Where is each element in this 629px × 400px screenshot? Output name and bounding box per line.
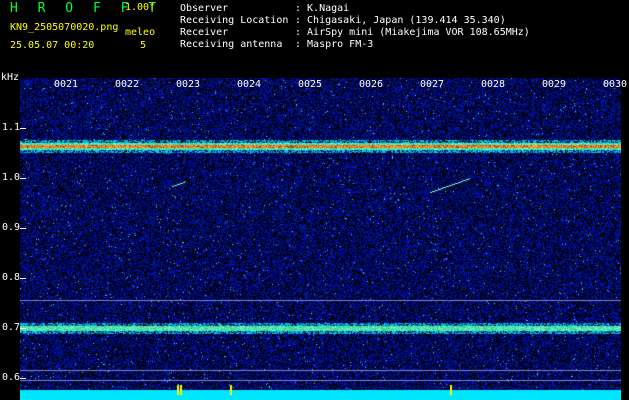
y-tick-mark: [20, 328, 26, 329]
antenna-row: Receiving antenna : Maspro FM-3: [180, 39, 373, 51]
spectrogram-canvas: [20, 78, 621, 400]
location-value: : Chigasaki, Japan (139.414 35.340): [295, 15, 506, 26]
y-tick-label: 0.6: [2, 372, 21, 383]
receiver-key: Receiver: [180, 27, 229, 38]
x-tick-label: 0023: [176, 79, 201, 90]
frequency-unit-label: kHz: [1, 72, 20, 83]
y-tick-label: 0.9: [2, 222, 21, 233]
antenna-key: Receiving antenna: [180, 39, 283, 50]
x-tick-label: 0025: [298, 79, 323, 90]
version-label: 1.00f: [125, 2, 156, 13]
observer-row: Observer : K.Nagai: [180, 3, 349, 15]
y-tick-mark: [20, 178, 26, 179]
x-tick-label: 0028: [481, 79, 506, 90]
location-row: Receiving Location : Chigasaki, Japan (13…: [180, 15, 506, 27]
receiver-value: : AirSpy mini (Miakejima VOR 108.65MHz): [295, 27, 530, 38]
header-panel: H R O F F T 1.00f KN9_2505070020.png mel…: [0, 0, 629, 72]
location-key: Receiving Location: [180, 15, 289, 26]
y-tick-mark: [20, 378, 26, 379]
y-tick-mark: [20, 278, 26, 279]
x-tick-label: 0026: [359, 79, 384, 90]
x-tick-label: 0022: [115, 79, 140, 90]
datetime-label: 25.05.07 00:20: [10, 40, 95, 51]
x-tick-label: 0021: [54, 79, 79, 90]
y-tick-mark: [20, 228, 26, 229]
count-label: 5: [140, 40, 147, 51]
y-tick-mark: [20, 128, 26, 129]
y-tick-label: 0.7: [2, 322, 21, 333]
mode-label: meleo: [125, 27, 156, 38]
filename-label: KN9_2505070020.png: [10, 22, 119, 33]
receiver-row: Receiver : AirSpy mini (Miakejima VOR 108…: [180, 27, 530, 39]
antenna-value: : Maspro FM-3: [295, 39, 374, 50]
y-tick-label: 1.1: [2, 122, 21, 133]
y-tick-label: 0.8: [2, 272, 21, 283]
observer-value: : K.Nagai: [295, 3, 350, 14]
y-tick-label: 1.0: [2, 172, 21, 183]
observer-key: Observer: [180, 3, 229, 14]
x-tick-label: 0027: [420, 79, 445, 90]
x-tick-label: 0029: [542, 79, 567, 90]
x-tick-label: 0030: [603, 79, 628, 90]
x-tick-label: 0024: [237, 79, 262, 90]
